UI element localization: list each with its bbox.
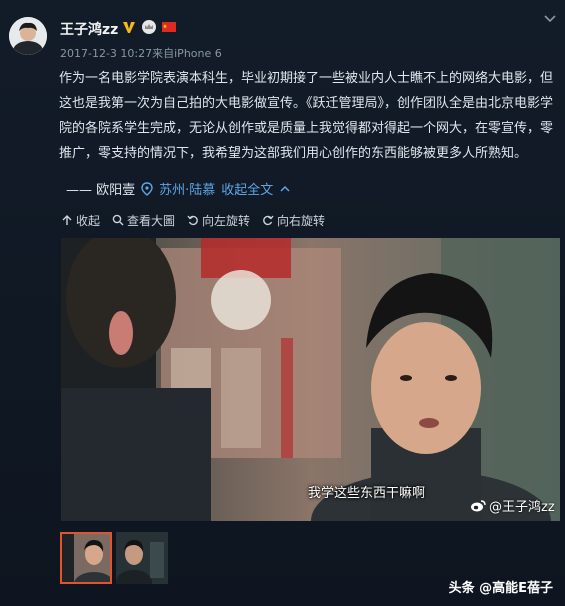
location-pin-icon [141,181,153,196]
thumbnail-strip [60,532,168,584]
avatar[interactable] [9,17,47,55]
post-body-text: 作为一名电影学院表演本科生，毕业初期接了一些被业内人士瞧不上的网络大电影，但这也… [59,71,554,161]
source-watermark: 头条 @高能E蓓子 [448,581,553,596]
avatar-image [9,17,47,55]
thumbnail-2[interactable] [116,532,168,584]
collapse-fulltext-link[interactable]: 收起全文 [221,179,273,198]
photo-watermark: @王子鸿zz [470,496,555,515]
photo-subtitle: 我学这些东西干嘛啊 [308,486,426,501]
crown-icon [142,20,156,34]
verified-v-icon [123,22,135,33]
view-large-button[interactable]: 查看大圖 [112,212,175,229]
thumbnail-image-2 [116,532,168,584]
post-photo[interactable]: 我学这些东西干嘛啊 @王子鸿zz [61,238,560,521]
signature-row: —— 欧阳壹 苏州·陆慕 收起全文 [66,179,291,198]
thumbnail-1[interactable] [60,532,112,584]
weibo-post-card: 王子鸿zz 2017-12-3 10:27来自iPhone 6 作为一名电影学院… [0,0,565,606]
rotate-left-icon [187,215,198,226]
chevron-down-icon[interactable] [543,12,557,26]
collapse-arrow-icon [62,215,72,225]
weibo-logo-icon [471,499,486,511]
chevron-up-icon[interactable] [279,184,291,194]
rotate-right-button[interactable]: 向右旋转 [262,212,325,229]
rotate-left-button[interactable]: 向左旋转 [187,212,250,229]
view-large-label: 查看大圖 [127,213,176,228]
collapse-button[interactable]: 收起 [61,212,100,229]
china-flag-icon [162,22,176,32]
movie-still-image [61,238,560,521]
magnifier-icon [112,214,124,226]
thumbnail-image-1 [60,532,112,584]
collapse-label: 收起 [76,213,101,228]
rotate-left-label: 向左旋转 [202,213,251,228]
location-link[interactable]: 苏州·陆慕 [159,179,215,198]
watermark-text: @王子鸿zz [489,500,555,515]
username[interactable]: 王子鸿zz [60,19,118,39]
user-badges [121,19,177,35]
rotate-right-icon [263,215,274,226]
signature: —— 欧阳壹 [66,183,136,198]
post-meta: 2017-12-3 10:27来自iPhone 6 [60,47,222,60]
rotate-right-label: 向右旋转 [277,213,326,228]
image-toolbar: 收起 查看大圖 向左旋转 向右旋转 [0,205,565,235]
